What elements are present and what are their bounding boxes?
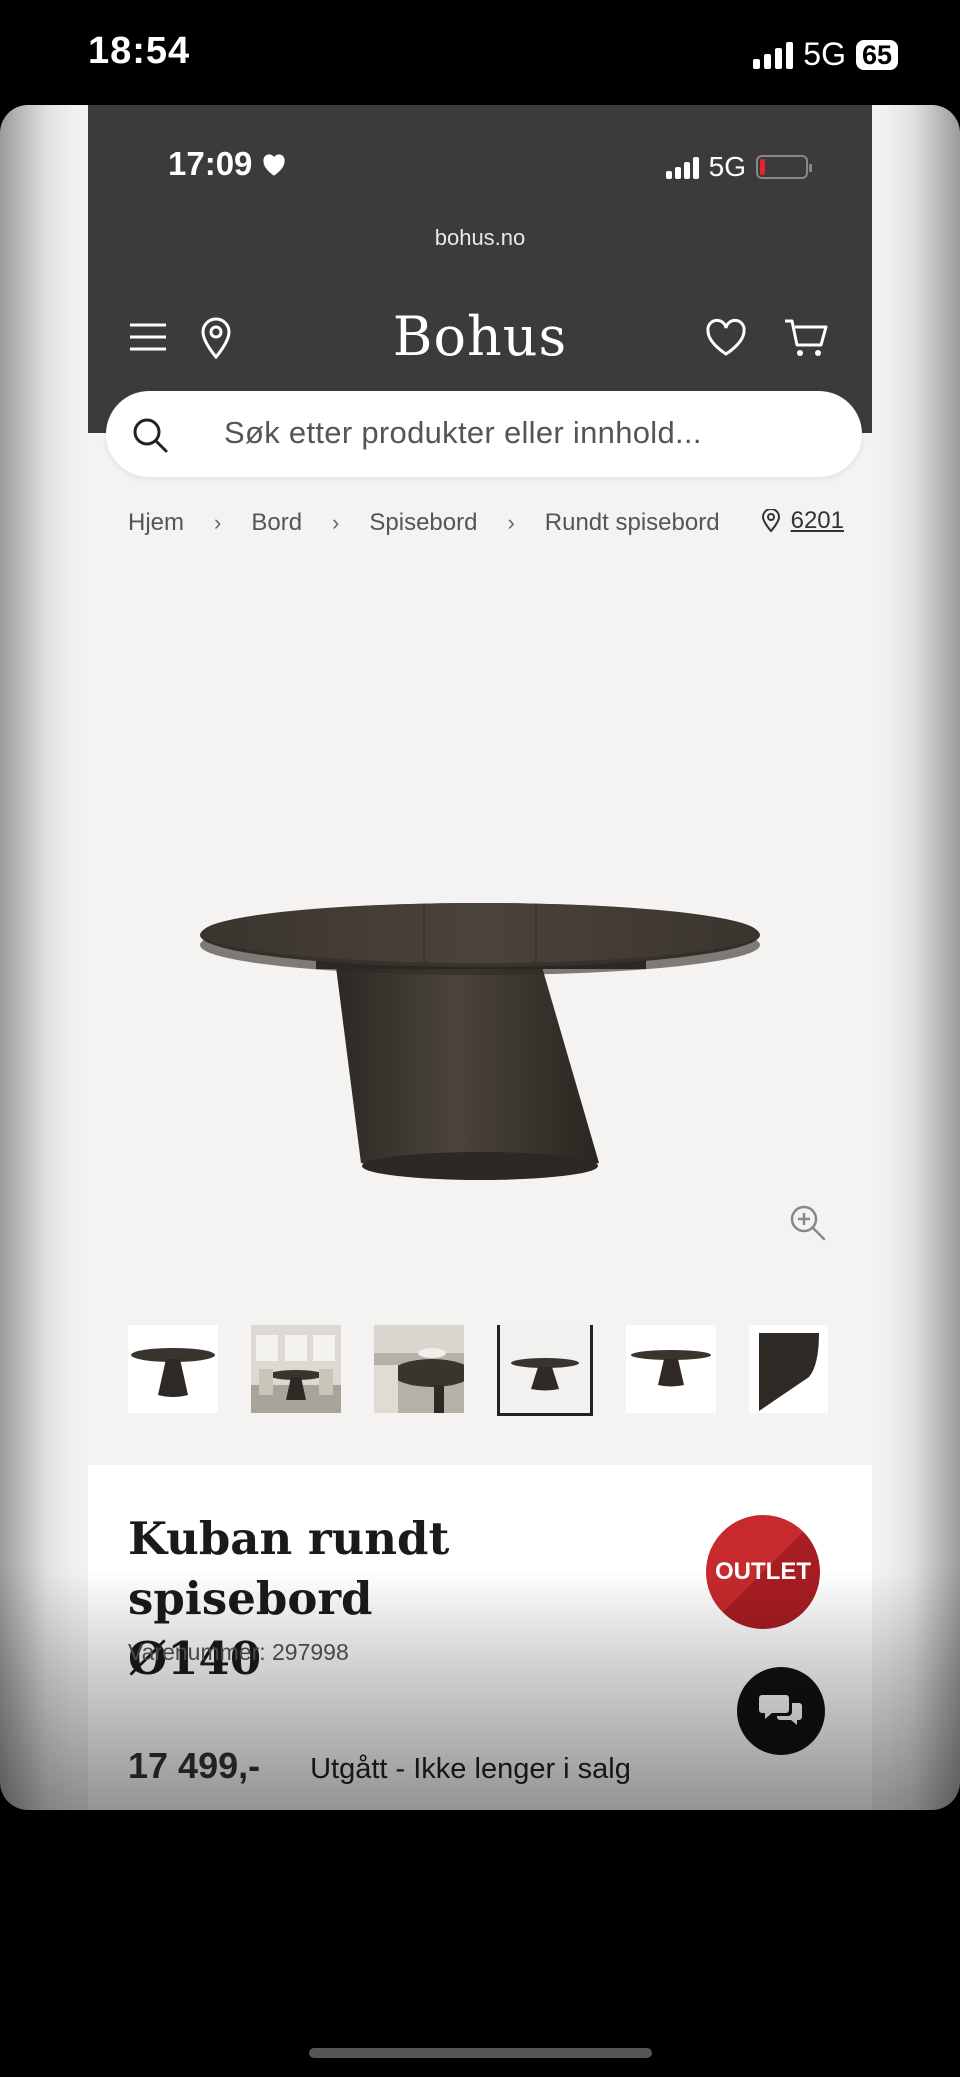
bohus-logo[interactable]: Bohus [88, 305, 872, 368]
search-icon [133, 418, 168, 453]
thumbnail-6[interactable] [749, 1325, 828, 1413]
low-battery-icon [756, 155, 812, 179]
thumbnail-3[interactable] [374, 1325, 464, 1413]
screen-recording-frame: 17:09 5G bohus.no Bohus Søk etter produk… [0, 105, 960, 1810]
zip-code[interactable]: 6201 [791, 507, 844, 535]
zoom-in-icon[interactable] [788, 1203, 828, 1243]
outer-network-label: 5G [803, 36, 846, 72]
breadcrumb-bord[interactable]: Bord [251, 509, 302, 537]
heart-icon[interactable] [702, 313, 750, 361]
inner-clock: 17:09 [168, 145, 253, 182]
breadcrumb-home[interactable]: Hjem [128, 509, 184, 537]
thumbnail-strip [128, 1325, 828, 1420]
inner-status-time: 17:09 [168, 145, 288, 183]
chevron-right-icon: › [507, 510, 515, 535]
chevron-right-icon: › [332, 510, 340, 535]
inner-phone-screen: 17:09 5G bohus.no Bohus Søk etter produk… [88, 105, 872, 1810]
url-bar[interactable]: bohus.no [88, 225, 872, 251]
product-info: Kuban rundt spisebord Ø140 Varenummer: 2… [88, 1465, 872, 1810]
site-header: 17:09 5G bohus.no Bohus [88, 105, 872, 433]
location-pin-small-icon [761, 509, 780, 533]
nav-row: Bohus [88, 305, 872, 375]
thumbnail-1[interactable] [128, 1325, 218, 1413]
cart-icon[interactable] [782, 313, 830, 361]
breadcrumb-rundt-spisebord[interactable]: Rundt spisebord [545, 509, 720, 537]
thumbnail-5[interactable] [626, 1325, 716, 1413]
product-image[interactable] [88, 575, 872, 1415]
heart-status-icon [263, 154, 286, 176]
home-indicator[interactable] [309, 2048, 652, 2058]
outlet-badge: OUTLET [706, 1515, 820, 1629]
search-bar[interactable]: Søk etter produkter eller innhold... [106, 391, 862, 477]
inner-status-indicators: 5G [665, 151, 812, 183]
search-placeholder[interactable]: Søk etter produkter eller innhold... [224, 415, 702, 451]
thumbnail-4-selected[interactable] [497, 1325, 593, 1416]
store-location[interactable]: 6201 [761, 507, 844, 535]
outer-status-indicators: 5G 65 [753, 36, 898, 73]
inner-network-label: 5G [708, 151, 746, 182]
battery-icon: 65 [855, 39, 898, 70]
price-row: 17 499,- Utgått - Ikke lenger i salg [128, 1745, 631, 1787]
outer-status-bar: 18:54 5G 65 [0, 0, 960, 105]
thumbnail-2[interactable] [251, 1325, 341, 1413]
chat-button[interactable] [737, 1667, 825, 1755]
inner-signal-icon [665, 155, 699, 179]
breadcrumb-spisebord[interactable]: Spisebord [369, 509, 477, 537]
outer-clock: 18:54 [88, 30, 191, 72]
chat-icon [759, 1695, 802, 1725]
product-title-line1: Kuban rundt spisebord [128, 1512, 450, 1625]
product-price: 17 499,- [128, 1745, 261, 1786]
product-status: Utgått - Ikke lenger i salg [310, 1753, 631, 1785]
product-sku: Varenummer: 297998 [128, 1639, 349, 1665]
chevron-right-icon: › [214, 510, 222, 535]
signal-icon [753, 41, 794, 69]
breadcrumb: Hjem › Bord › Spisebord › Rundt spisebor… [128, 503, 844, 543]
